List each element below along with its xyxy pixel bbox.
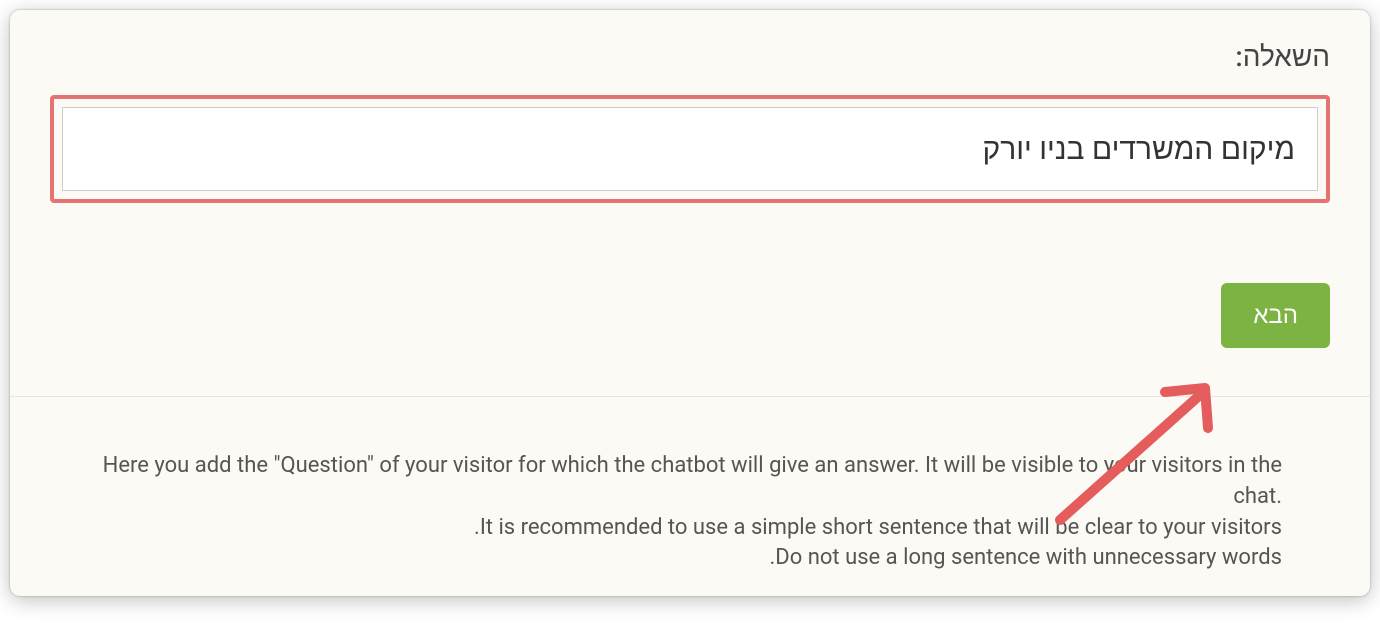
help-text: Here you add the "Question" of your visi… (50, 451, 1330, 574)
help-line-2: .It is recommended to use a simple short… (98, 513, 1282, 544)
help-line-1: Here you add the "Question" of your visi… (98, 451, 1282, 513)
divider (10, 396, 1370, 397)
question-input[interactable] (62, 107, 1318, 191)
button-row: הבא (50, 283, 1330, 348)
next-button[interactable]: הבא (1221, 283, 1330, 348)
form-card: השאלה: הבא Here you add the "Question" o… (10, 10, 1370, 596)
question-label-row: השאלה: (50, 40, 1330, 73)
question-label: השאלה: (1235, 40, 1330, 73)
input-highlight-annotation (50, 95, 1330, 203)
help-line-3: .Do not use a long sentence with unneces… (98, 543, 1282, 574)
